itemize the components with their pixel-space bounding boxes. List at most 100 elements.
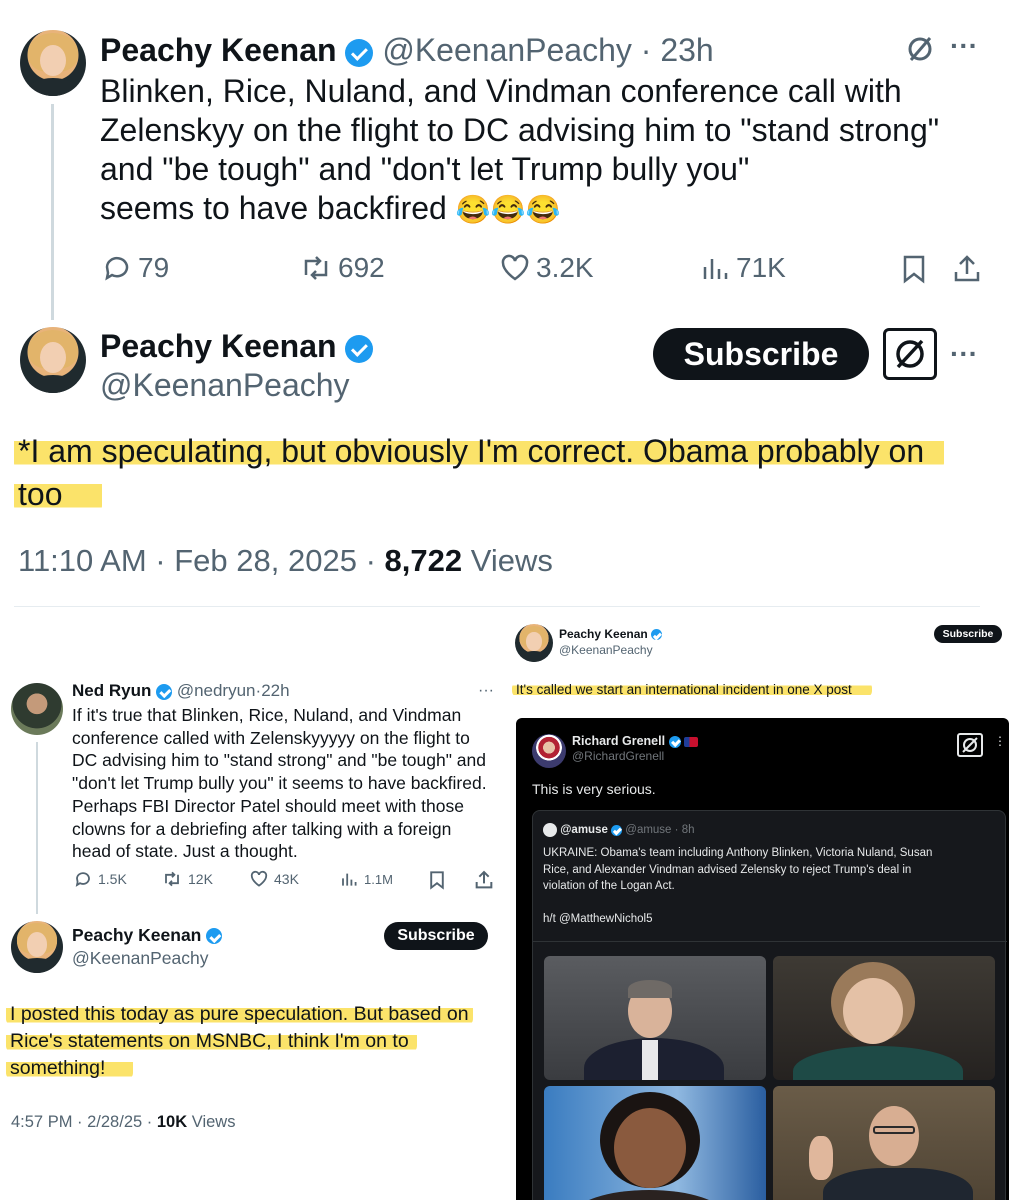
text-line: Blinken, Rice, Nuland, and Vindman confe…	[100, 73, 902, 109]
verified-badge-icon	[206, 928, 223, 945]
heart-icon	[501, 254, 529, 281]
subscribe-button[interactable]: Subscribe	[653, 328, 869, 380]
reply-icon	[105, 256, 129, 281]
author-handle[interactable]: @RichardGrenell	[572, 749, 698, 763]
views-label: Views	[470, 543, 553, 578]
verified-badge-icon	[345, 334, 374, 363]
photo-blinken[interactable]	[544, 956, 766, 1080]
avatar[interactable]	[20, 327, 86, 393]
views-chart-icon	[342, 873, 357, 886]
bookmark-icon[interactable]	[900, 254, 928, 289]
tweet-header: Ned Ryun @nedryun·22h	[72, 681, 290, 700]
quote-time[interactable]: 8h	[682, 824, 695, 836]
reply-count: 79	[138, 252, 170, 283]
grok-icon[interactable]	[905, 34, 935, 64]
divider	[14, 606, 980, 607]
person-shirt	[642, 1040, 658, 1080]
reply-button[interactable]: 79	[102, 252, 169, 284]
verified-badge-icon	[651, 629, 663, 641]
laughing-emoji-icon: 😂😂😂	[455, 194, 561, 225]
tweet-time[interactable]: 4:57 PM	[11, 1113, 72, 1131]
photo-vindman[interactable]	[773, 1086, 995, 1200]
thread-line	[51, 104, 54, 320]
author-block: Peachy Keenan @KeenanPeachy	[100, 328, 374, 404]
avatar[interactable]	[11, 683, 63, 735]
author-name[interactable]: Peachy Keenan	[72, 925, 201, 945]
quote-name[interactable]: @amuse	[560, 824, 608, 836]
text-line: h/t @MatthewNichol5	[543, 912, 653, 925]
subscribe-button[interactable]: Subscribe	[934, 625, 1002, 643]
bookmark-icon[interactable]	[428, 870, 446, 895]
avatar[interactable]	[515, 624, 553, 662]
timestamp-line: 4:57 PM · 2/28/25 · 10K Views	[11, 1113, 236, 1131]
repost-button[interactable]: 12K	[162, 870, 213, 888]
author-handle[interactable]: @nedryun	[177, 681, 256, 700]
more-icon[interactable]: ···	[950, 338, 978, 370]
tweet-header: Peachy Keenan @KeenanPeachy · 23h	[100, 32, 714, 69]
quote-handle[interactable]: @amuse	[625, 824, 671, 836]
avatar-face	[39, 44, 67, 77]
text-line: Zelenskyy on the flight to DC advising h…	[100, 112, 940, 148]
author-handle[interactable]: @KeenanPeachy	[559, 643, 662, 657]
quote-tweet[interactable]: @amuse @amuse · 8h UKRAINE: Obama's team…	[532, 810, 1007, 1200]
glasses-icon	[873, 1126, 915, 1134]
photo-rice[interactable]	[544, 1086, 766, 1200]
avatar-face	[526, 632, 542, 651]
author-block: Peachy Keenan @KeenanPeachy	[72, 925, 223, 969]
share-icon[interactable]	[474, 870, 494, 895]
quote-divider	[533, 941, 1007, 942]
repost-button[interactable]: 692	[300, 252, 385, 284]
author-handle[interactable]: @KeenanPeachy	[382, 32, 632, 68]
highlighted-text: Rice's statements on MSNBC, I think I'm …	[6, 1030, 417, 1052]
avatar[interactable]	[20, 30, 86, 96]
author-name[interactable]: Peachy Keenan	[100, 32, 337, 68]
avatar[interactable]	[532, 734, 566, 768]
verified-badge-icon	[668, 735, 681, 748]
avatar[interactable]	[11, 921, 63, 973]
grok-icon[interactable]	[957, 733, 983, 757]
quote-text: UKRAINE: Obama's team including Anthony …	[543, 845, 932, 927]
raised-hand	[809, 1136, 833, 1180]
author-name[interactable]: Peachy Keenan	[559, 627, 648, 641]
text-line: head of state. Just a thought.	[72, 841, 298, 862]
text-line: DC advising him to "stand strong" and "b…	[72, 750, 486, 771]
highlighted-text: *I am speculating, but obviously I'm cor…	[14, 433, 945, 469]
tweet-time[interactable]: 23h	[660, 32, 713, 68]
avatar-body	[518, 651, 550, 662]
person-head	[843, 978, 903, 1044]
grok-icon[interactable]	[883, 328, 937, 380]
photo-nuland[interactable]	[773, 956, 995, 1080]
views-button[interactable]: 1.1M	[340, 870, 393, 888]
person-hair	[628, 980, 672, 998]
author-name[interactable]: Richard Grenell	[572, 734, 665, 748]
person-uniform	[823, 1168, 973, 1200]
person-top	[574, 1190, 724, 1200]
author-name[interactable]: Peachy Keenan	[100, 328, 337, 364]
like-button[interactable]: 3.2K	[500, 252, 594, 284]
more-icon[interactable]: ···	[478, 682, 494, 700]
tweet-text: It's called we start an international in…	[512, 680, 872, 700]
tweet-date[interactable]: 2/28/25	[87, 1113, 142, 1131]
person-head	[869, 1106, 919, 1166]
highlighted-text: too	[14, 476, 103, 512]
heart-icon	[250, 870, 268, 887]
text-line: UKRAINE: Obama's team including Anthony …	[543, 847, 933, 859]
text-line: If it's true that Blinken, Rice, Nuland,…	[72, 705, 462, 725]
author-handle[interactable]: @KeenanPeachy	[72, 948, 222, 969]
tweet-time[interactable]: 11:10 AM	[18, 543, 147, 578]
subscribe-button[interactable]: Subscribe	[384, 922, 488, 950]
views-count: 1.1M	[364, 871, 393, 887]
author-handle[interactable]: @KeenanPeachy	[100, 367, 373, 404]
tweet-text: If it's true that Blinken, Rice, Nuland,…	[72, 704, 502, 863]
reply-button[interactable]: 1.5K	[74, 870, 127, 888]
more-icon[interactable]: ···	[950, 30, 978, 62]
tweet-time[interactable]: 22h	[261, 681, 289, 700]
embedded-tweet-card[interactable]: Richard Grenell @RichardGrenell ⋮ This i…	[516, 718, 1009, 1200]
more-icon[interactable]: ⋮	[994, 734, 1006, 748]
like-button[interactable]: 43K	[250, 870, 299, 888]
share-icon[interactable]	[952, 254, 982, 289]
tweet-date[interactable]: Feb 28, 2025	[174, 543, 357, 578]
views-button[interactable]: 71K	[700, 252, 786, 284]
author-name[interactable]: Ned Ryun	[72, 681, 151, 700]
verified-badge-icon	[345, 38, 374, 67]
